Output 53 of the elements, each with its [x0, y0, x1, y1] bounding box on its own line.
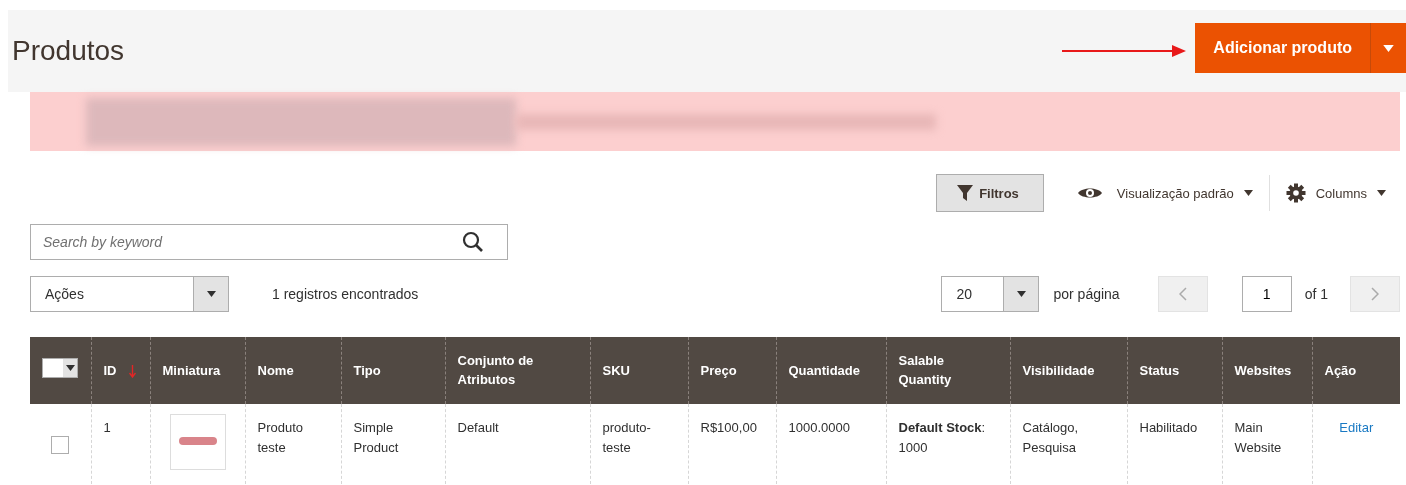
edit-link[interactable]: Editar: [1324, 418, 1388, 438]
table-cell: produto-teste: [602, 420, 651, 455]
records-count: 1 registros encontrados: [272, 286, 419, 302]
view-menu[interactable]: Visualização padrão: [1076, 185, 1253, 201]
page-title: Produtos: [12, 35, 126, 67]
column-header[interactable]: Nome: [257, 361, 294, 380]
table-cell: 1: [103, 420, 111, 435]
column-header[interactable]: Tipo: [353, 361, 381, 380]
caret-icon: [1377, 190, 1386, 196]
caret-icon: [206, 291, 216, 297]
arrow-icon: [1062, 44, 1188, 58]
search-icon: [462, 231, 484, 253]
previous-page-button[interactable]: [1157, 276, 1208, 312]
search-field[interactable]: Search by keyword: [30, 224, 508, 260]
column-header[interactable]: ID: [103, 361, 136, 380]
column-header[interactable]: Ação: [1324, 361, 1357, 380]
page-number-field[interactable]: 1: [1241, 276, 1292, 312]
table-cell: Catálogo, Pesquisa: [1022, 420, 1079, 455]
page-count: of 1: [1304, 286, 1328, 302]
table-cell: Simple Product: [353, 420, 399, 455]
table-cell: R$100,00: [700, 420, 757, 435]
column-header[interactable]: Status: [1139, 361, 1180, 380]
columns-menu[interactable]: Columns: [1285, 183, 1386, 203]
column-header[interactable]: Visibilidade: [1022, 361, 1095, 380]
page-size-select[interactable]: 20: [941, 276, 1040, 312]
column-header[interactable]: Preço: [700, 361, 737, 380]
caret-icon: [1383, 44, 1394, 52]
table-cell: Produto teste: [257, 420, 304, 455]
column-header[interactable]: SKU: [602, 361, 630, 380]
eye-icon: [1076, 186, 1103, 200]
row-checkbox[interactable]: [51, 436, 70, 454]
chevron-right-icon: [1371, 287, 1379, 301]
column-header[interactable]: Websites: [1234, 361, 1292, 380]
caret-icon: [1243, 190, 1253, 196]
table-cell: Default: [457, 420, 499, 435]
per-page-label: por página: [1053, 286, 1120, 302]
caret-icon: [1016, 291, 1026, 297]
filters-button[interactable]: Filtros: [936, 174, 1044, 212]
chevron-left-icon: [1178, 287, 1187, 301]
column-header[interactable]: Quantidade: [788, 361, 860, 380]
table-cell: Default Stock: 1000: [898, 420, 986, 455]
mass-select-checkbox[interactable]: [42, 358, 78, 379]
table-cell: 1000.0000: [788, 420, 850, 435]
table-cell: Main Website: [1234, 420, 1282, 455]
table-cell: Habilitado: [1139, 420, 1198, 435]
filter-icon: [957, 185, 974, 201]
caret-icon: [65, 365, 75, 372]
actions-select[interactable]: Ações: [30, 276, 229, 312]
gear-icon: [1285, 183, 1306, 203]
product-thumbnail: [169, 414, 226, 470]
next-page-button[interactable]: [1350, 276, 1400, 312]
sort-arrow-icon[interactable]: [128, 364, 136, 378]
column-header[interactable]: Miniatura: [162, 361, 221, 380]
